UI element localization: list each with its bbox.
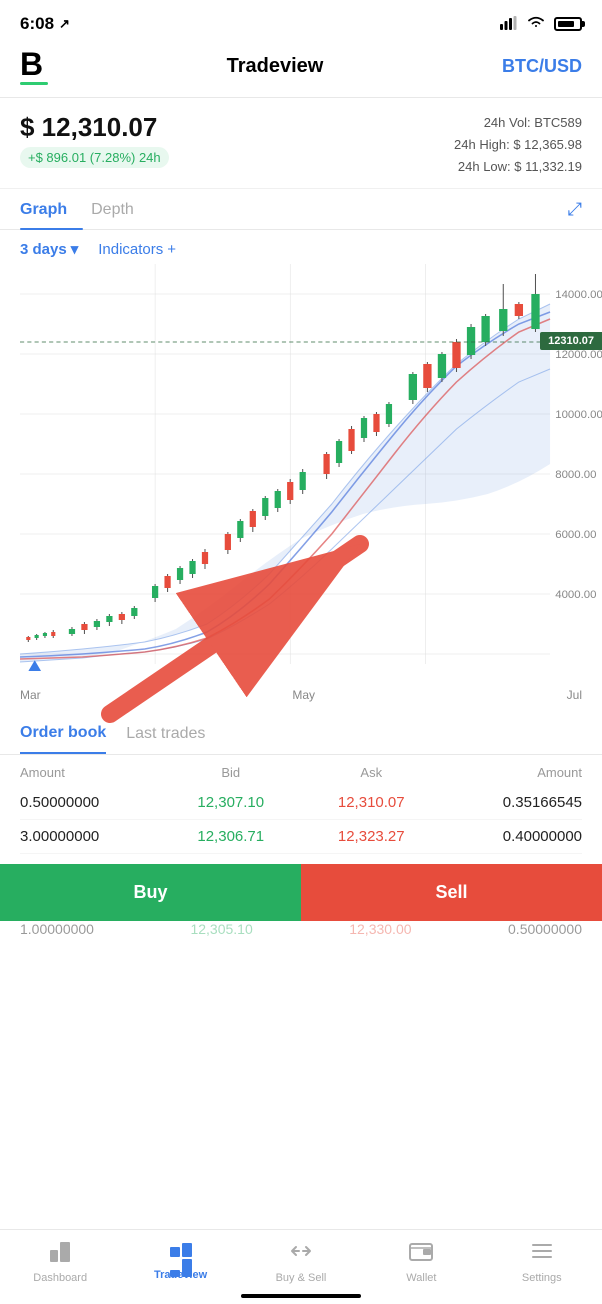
logo-container: B — [20, 48, 48, 85]
time-display: 6:08 — [20, 14, 54, 34]
price-stats: 24h Vol: BTC589 24h High: $ 12,365.98 24… — [454, 112, 582, 178]
chart-tabs: Graph Depth ⤢ — [0, 189, 602, 230]
home-indicator — [241, 1294, 361, 1298]
svg-text:12000.00: 12000.00 — [555, 349, 602, 361]
chart-controls: 3 days ▾ Indicators + — [0, 230, 602, 264]
main-price: $ 12,310.07 — [20, 112, 169, 143]
sell-button[interactable]: Sell — [301, 864, 602, 921]
price-section: $ 12,310.07 +$ 896.01 (7.28%) 24h 24h Vo… — [0, 98, 602, 189]
order-row: 0.50000000 12,307.10 12,310.07 0.3516654… — [20, 786, 582, 820]
battery-icon — [554, 17, 582, 31]
tab-depth[interactable]: Depth — [91, 189, 150, 229]
action-buttons: Buy Sell — [0, 864, 602, 921]
svg-text:10000.00: 10000.00 — [555, 409, 602, 421]
xaxis-jul: Jul — [567, 688, 582, 702]
row2-amount-right: 0.40000000 — [442, 828, 583, 845]
price-change: +$ 896.01 (7.28%) 24h — [20, 147, 169, 168]
bottom-navigation: Dashboard Tradeview Buy & Sell Wallet — [0, 1229, 602, 1304]
row1-bid: 12,307.10 — [161, 794, 302, 811]
nav-item-wallet[interactable]: Wallet — [391, 1240, 451, 1284]
col-header-amount-right: Amount — [442, 765, 583, 780]
status-time: 6:08 ↗ — [20, 14, 70, 34]
chart-xaxis: Mar May Jul — [0, 684, 602, 710]
col-header-ask: Ask — [301, 765, 442, 780]
vol-stat: 24h Vol: BTC589 — [454, 112, 582, 134]
row2-ask: 12,323.27 — [301, 828, 442, 845]
chart-svg: 14000.00 12000.00 10000.00 8000.00 6000.… — [20, 264, 602, 684]
trading-pair[interactable]: BTC/USD — [502, 56, 582, 77]
nav-item-tradeview[interactable]: Tradeview — [151, 1243, 211, 1281]
col-header-amount: Amount — [20, 765, 161, 780]
buy-button[interactable]: Buy — [0, 864, 301, 921]
days-selector[interactable]: 3 days ▾ — [20, 240, 78, 258]
low-stat: 24h Low: $ 11,332.19 — [454, 156, 582, 178]
chart-wrapper: 14000.00 12000.00 10000.00 8000.00 6000.… — [0, 264, 602, 684]
location-icon: ↗ — [59, 16, 70, 32]
signal-icon — [500, 16, 518, 33]
tradeview-icon — [170, 1243, 192, 1265]
nav-label-buy-sell: Buy & Sell — [276, 1272, 327, 1284]
tab-last-trades[interactable]: Last trades — [126, 725, 205, 753]
svg-text:6000.00: 6000.00 — [555, 529, 596, 541]
order-section-tabs: Order book Last trades — [0, 710, 602, 755]
current-price-badge: 12310.07 — [540, 332, 602, 350]
nav-item-buy-sell[interactable]: Buy & Sell — [271, 1240, 331, 1284]
status-bar: 6:08 ↗ — [0, 0, 602, 44]
row1-amount-right: 0.35166545 — [442, 794, 583, 811]
svg-text:4000.00: 4000.00 — [555, 589, 596, 601]
svg-text:8000.00: 8000.00 — [555, 469, 596, 481]
row2-bid: 12,306.71 — [161, 828, 302, 845]
logo-underline — [20, 82, 48, 85]
tab-graph[interactable]: Graph — [20, 189, 83, 229]
page-title: Tradeview — [227, 55, 324, 78]
status-icons — [500, 15, 582, 34]
mini-chart-icon: ⛰ — [28, 658, 41, 676]
high-stat: 24h High: $ 12,365.98 — [454, 134, 582, 156]
price-left: $ 12,310.07 +$ 896.01 (7.28%) 24h — [20, 112, 169, 168]
app-logo: B — [20, 48, 48, 80]
order-row: 3.00000000 12,306.71 12,323.27 0.4000000… — [20, 820, 582, 854]
order-table: Amount Bid Ask Amount 0.50000000 12,307.… — [0, 755, 602, 854]
row1-amount: 0.50000000 — [20, 794, 161, 811]
xaxis-mar: Mar — [20, 688, 41, 702]
row1-ask: 12,310.07 — [301, 794, 442, 811]
order-table-header: Amount Bid Ask Amount — [20, 755, 582, 786]
dashboard-icon — [48, 1240, 72, 1268]
nav-label-settings: Settings — [522, 1272, 562, 1284]
nav-label-tradeview: Tradeview — [154, 1269, 207, 1281]
settings-icon — [530, 1240, 554, 1268]
indicators-button[interactable]: Indicators + — [98, 241, 176, 258]
xaxis-may: May — [292, 688, 315, 702]
row2-amount: 3.00000000 — [20, 828, 161, 845]
app-header: B Tradeview BTC/USD — [0, 44, 602, 98]
chart-container[interactable]: 14000.00 12000.00 10000.00 8000.00 6000.… — [20, 264, 602, 684]
chevron-down-icon: ▾ — [71, 240, 79, 258]
expand-icon[interactable]: ⤢ — [568, 199, 582, 220]
nav-item-dashboard[interactable]: Dashboard — [30, 1240, 90, 1284]
tab-order-book[interactable]: Order book — [20, 724, 106, 754]
nav-label-wallet: Wallet — [406, 1272, 436, 1284]
wifi-icon — [526, 15, 546, 34]
plus-icon: + — [167, 241, 176, 258]
nav-label-dashboard: Dashboard — [33, 1272, 87, 1284]
wallet-icon — [409, 1240, 433, 1268]
buy-sell-icon — [288, 1240, 314, 1268]
svg-text:14000.00: 14000.00 — [555, 289, 602, 301]
order-row-partial: 1.00000000 12,305.10 12,330.00 0.5000000… — [0, 921, 602, 939]
nav-item-settings[interactable]: Settings — [512, 1240, 572, 1284]
col-header-bid: Bid — [161, 765, 302, 780]
